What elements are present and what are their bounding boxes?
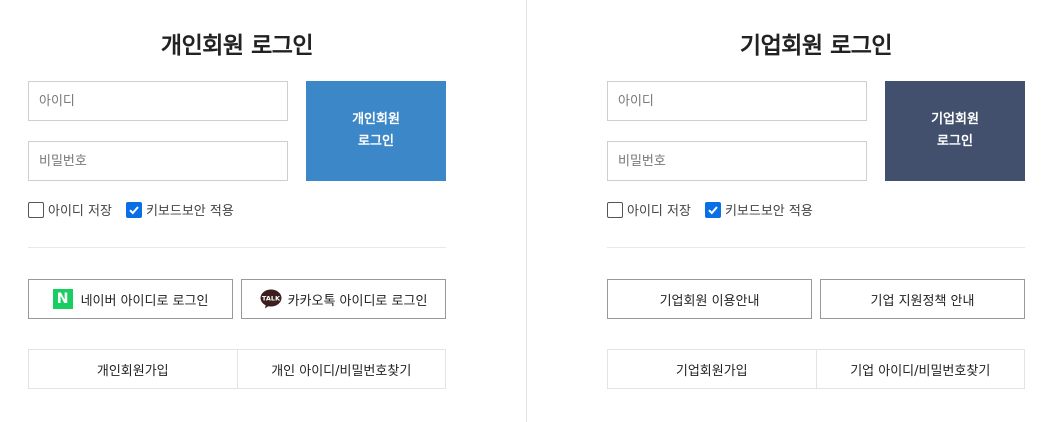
- personal-keyboard-security-checkbox[interactable]: 키보드보안 적용: [125, 200, 234, 219]
- checkbox-unchecked-icon[interactable]: [28, 201, 44, 218]
- naver-login-button[interactable]: N 네이버 아이디로 로그인: [28, 279, 233, 319]
- corporate-links: 기업회원가입 기업 아이디/비밀번호찾기: [607, 349, 1025, 389]
- corporate-login-label-line2: 로그인: [937, 134, 973, 149]
- section-divider: [607, 247, 1025, 248]
- corporate-save-id-label: 아이디 저장: [627, 204, 691, 219]
- corporate-login-label-line1: 기업회원: [931, 112, 979, 127]
- kakao-login-button[interactable]: TALK 카카오톡 아이디로 로그인: [241, 279, 446, 319]
- corporate-guide-button[interactable]: 기업회원 이용안내: [607, 279, 812, 319]
- personal-id-input[interactable]: [28, 81, 288, 121]
- corporate-find-account-link[interactable]: 기업 아이디/비밀번호찾기: [815, 350, 1025, 388]
- corporate-policy-button[interactable]: 기업 지원정책 안내: [820, 279, 1025, 319]
- corporate-login-title: 기업회원 로그인: [739, 33, 893, 59]
- corporate-keyboard-security-checkbox[interactable]: 키보드보안 적용: [704, 200, 813, 219]
- personal-signup-link[interactable]: 개인회원가입: [29, 350, 237, 388]
- corporate-save-id-checkbox[interactable]: 아이디 저장: [607, 200, 691, 219]
- corporate-options: 아이디 저장 키보드보안 적용: [607, 200, 827, 219]
- corporate-login-button[interactable]: 기업회원 로그인: [885, 81, 1025, 181]
- kakao-talk-icon: TALK: [260, 289, 282, 309]
- corporate-id-input[interactable]: [607, 81, 867, 121]
- personal-links: 개인회원가입 개인 아이디/비밀번호찾기: [28, 349, 446, 389]
- personal-options: 아이디 저장 키보드보안 적용: [28, 200, 248, 219]
- personal-save-id-checkbox[interactable]: 아이디 저장: [28, 200, 112, 219]
- checkbox-checked-icon[interactable]: [704, 201, 721, 218]
- corporate-signup-link[interactable]: 기업회원가입: [608, 350, 816, 388]
- personal-keyboard-security-label: 키보드보안 적용: [145, 204, 234, 219]
- personal-save-id-label: 아이디 저장: [48, 204, 112, 219]
- checkbox-checked-icon[interactable]: [125, 201, 142, 218]
- panel-divider: [526, 0, 527, 422]
- corporate-keyboard-security-label: 키보드보안 적용: [724, 204, 813, 219]
- corporate-login-panel: 기업회원 로그인 기업회원 로그인 아이디 저장 키보드보안 적용 기업회원 이…: [607, 0, 1025, 422]
- corporate-password-input[interactable]: [607, 141, 867, 181]
- personal-password-input[interactable]: [28, 141, 288, 181]
- personal-login-title: 개인회원 로그인: [160, 33, 314, 59]
- kakao-login-label: 카카오톡 아이디로 로그인: [287, 293, 428, 309]
- section-divider: [28, 247, 446, 248]
- personal-find-account-link[interactable]: 개인 아이디/비밀번호찾기: [236, 350, 446, 388]
- personal-login-panel: 개인회원 로그인 개인회원 로그인 아이디 저장 키보드보안 적용 N 네이버 …: [28, 0, 446, 422]
- kakao-icon-text: TALK: [262, 295, 281, 303]
- personal-login-button[interactable]: 개인회원 로그인: [306, 81, 446, 181]
- naver-icon: N: [52, 289, 73, 309]
- checkbox-unchecked-icon[interactable]: [607, 201, 623, 218]
- personal-login-label-line1: 개인회원: [352, 112, 400, 127]
- personal-login-label-line2: 로그인: [358, 134, 394, 149]
- naver-login-label: 네이버 아이디로 로그인: [80, 293, 209, 309]
